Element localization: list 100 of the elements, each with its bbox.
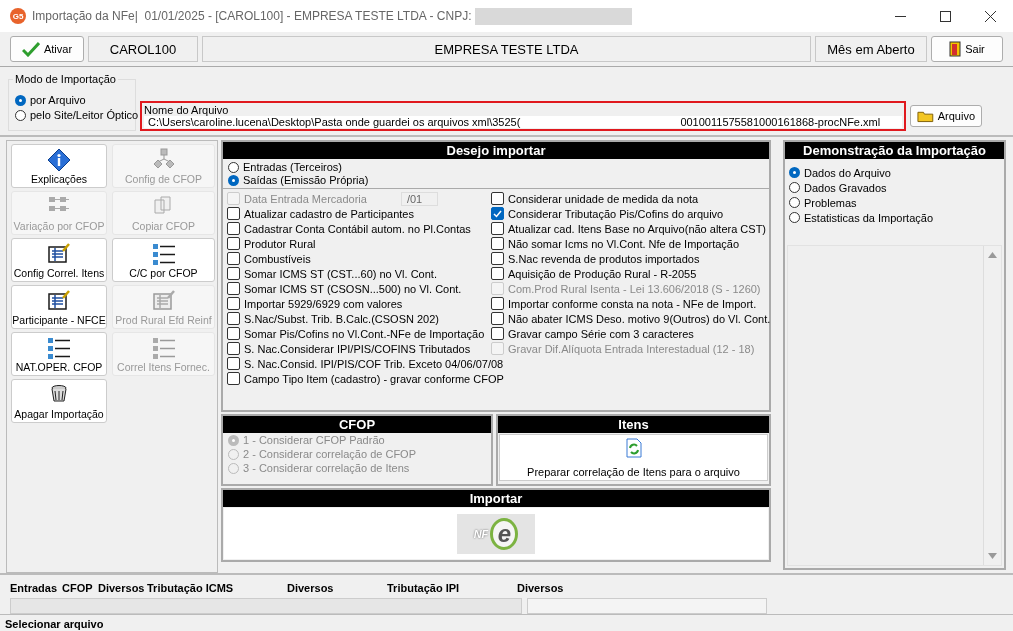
- radio-button[interactable]: [789, 197, 800, 208]
- checkbox[interactable]: [227, 297, 240, 310]
- checkbox-label: Campo Tipo Item (cadastro) - gravar conforme CFOP: [244, 372, 504, 385]
- column-header: Diversos: [287, 581, 335, 596]
- grid-icon: [47, 195, 71, 213]
- list-icon: [151, 242, 176, 266]
- section-header: CFOP: [223, 416, 491, 433]
- path-text: C:\Users\caroline.lucena\Desktop\Pasta onde guardei os arquivos xml\3525(: [148, 116, 521, 128]
- user-field: CAROL100: [88, 36, 198, 62]
- prepare-button[interactable]: Preparar correlação de Itens para o arquivo: [499, 434, 768, 481]
- close-icon[interactable]: [985, 10, 996, 22]
- radio-button[interactable]: [228, 174, 239, 186]
- radio-button[interactable]: [789, 212, 800, 223]
- checkbox[interactable]: [491, 192, 504, 205]
- checkbox[interactable]: [491, 207, 504, 220]
- checkbox[interactable]: [491, 237, 504, 250]
- checkbox[interactable]: [491, 222, 504, 235]
- radio-label: 3 - Considerar correlação de Itens: [243, 462, 410, 474]
- checkbox[interactable]: [491, 312, 504, 325]
- checkbox-label: Não abater ICMS Deso. motivo 9(Outros) do Vl. Cont.: [508, 312, 771, 325]
- section-header: Demonstração da Importação: [785, 142, 1004, 159]
- radio-label: Dados do Arquivo: [804, 166, 891, 179]
- side-button[interactable]: Participante - NFCE: [11, 285, 107, 329]
- radio-label: Dados Gravados: [804, 181, 887, 194]
- column-header: Tributação IPI: [387, 581, 461, 596]
- checkbox[interactable]: [227, 267, 240, 280]
- window-title: Importação da NFe| 01/01/2025 - [CAROL100] - EMPRESA TESTE LTDA - CNPJ:: [32, 9, 473, 23]
- radio-label: Entradas (Terceiros): [243, 161, 343, 173]
- checkbox[interactable]: [227, 207, 240, 220]
- checkbox-label: Atualizar cad. Itens Base no Arquivo(não altera CST): [508, 222, 767, 235]
- checkbox-label: Combustíveis: [244, 252, 311, 265]
- checkbox-label: Importar conforme consta na nota - NFe de Import.: [508, 297, 757, 310]
- radio-label: Problemas: [804, 196, 857, 209]
- checkbox-label: Gravar Dif.Alíquota Entrada Interestadual (12 - 18): [508, 342, 755, 355]
- checkmark-icon: [21, 41, 40, 57]
- checkbox-label: S. Nac.Consid. IPI/PIS/COF Trib. Exceto 04/06/07/08: [244, 357, 504, 370]
- column-header: Tributação ICMS: [147, 581, 235, 596]
- radio-label: 2 - Considerar correlação de CFOP: [243, 448, 416, 460]
- side-button[interactable]: Config Correl. Itens: [11, 238, 107, 282]
- radio-button[interactable]: [228, 161, 239, 173]
- trash-icon: [49, 383, 69, 403]
- radio-label: pelo Site/Leitor Óptico: [30, 109, 139, 121]
- checkbox-label: Produtor Rural: [244, 237, 316, 250]
- door-icon: [949, 41, 962, 57]
- radio-button[interactable]: [15, 94, 26, 106]
- checkbox[interactable]: [227, 282, 240, 295]
- group-title: Modo de Importação: [13, 73, 118, 85]
- maximize-icon[interactable]: [940, 10, 951, 22]
- company-field: EMPRESA TESTE LTDA: [202, 36, 811, 62]
- radio-button[interactable]: [789, 182, 800, 193]
- section-header: Desejo importar: [223, 142, 769, 159]
- form-icon: [47, 289, 71, 311]
- file-button[interactable]: Arquivo: [910, 105, 982, 127]
- checkbox[interactable]: [491, 327, 504, 340]
- checkbox-label: S.Nac revenda de produtos importados: [508, 252, 700, 265]
- section-header: Itens: [498, 416, 769, 433]
- checkbox[interactable]: [491, 297, 504, 310]
- checkbox[interactable]: [227, 237, 240, 250]
- column-header: Diversos: [98, 581, 146, 596]
- radio-label: Estatisticas da Importação: [804, 211, 933, 224]
- radio-label: por Arquivo: [30, 94, 86, 106]
- section-header: Importar: [223, 490, 769, 507]
- radio-label: Saídas (Emissão Própria): [243, 174, 369, 186]
- activate-button[interactable]: Ativar: [10, 36, 84, 62]
- checkbox[interactable]: [491, 252, 504, 265]
- checkbox-label: Considerar unidade de medida da nota: [508, 192, 699, 205]
- info-icon: [47, 148, 71, 172]
- app-logo: G5: [10, 8, 26, 24]
- checkbox-label: Considerar Tributação Pis/Cofins do arquivo: [508, 207, 724, 220]
- checkbox[interactable]: [227, 252, 240, 265]
- field-label: Nome do Arquivo: [144, 104, 230, 116]
- checkbox-label: S. Nac.Considerar IPI/PIS/COFINS Tributados: [244, 342, 471, 355]
- column-header: CFOP: [62, 581, 94, 596]
- checkbox[interactable]: [227, 342, 240, 355]
- list-icon: [47, 336, 71, 360]
- status-text: Selecionar arquivo: [4, 617, 105, 631]
- file-name-field[interactable]: Nome do Arquivo C:\Users\caroline.lucena\Desktop\Pasta onde guardei os arquivos xml\3525( 0010011575581000161868-procNFe.xml: [140, 101, 906, 131]
- side-button[interactable]: Explicações: [11, 144, 107, 188]
- list-icon: [151, 336, 176, 360]
- checkbox-label: Somar ICMS ST (CSOSN...500) no Vl. Cont.: [244, 282, 462, 295]
- radio-button[interactable]: [15, 109, 26, 121]
- import-logo-button[interactable]: NF e: [457, 513, 535, 554]
- checkbox[interactable]: [227, 327, 240, 340]
- checkbox[interactable]: [227, 222, 240, 235]
- checkbox-label: Somar ICMS ST (CST...60) no Vl. Cont.: [244, 267, 437, 280]
- checkbox-label: Data Entrada Mercadoria: [244, 192, 367, 205]
- checkbox[interactable]: [491, 267, 504, 280]
- side-button[interactable]: C/C por CFOP: [112, 238, 215, 282]
- side-button[interactable]: NAT.OPER. CFOP: [11, 332, 107, 376]
- side-button[interactable]: Apagar Importação: [11, 379, 107, 423]
- radio-button[interactable]: [789, 167, 800, 178]
- checkbox[interactable]: [227, 312, 240, 325]
- checkbox-label: Com.Prod Rural Isenta - Lei 13.606/2018 (S - 1260): [508, 282, 761, 295]
- checkbox-label: Não somar Icms no Vl.Cont. Nfe de Importação: [508, 237, 740, 250]
- exit-button[interactable]: Sair: [931, 36, 1003, 62]
- form-icon: [47, 242, 71, 264]
- checkbox[interactable]: [227, 372, 240, 385]
- checkbox-label: S.Nac/Subst. Trib. B.Calc.(CSOSN 202): [244, 312, 439, 325]
- checkbox[interactable]: [227, 357, 240, 370]
- checkbox-label: Aquisição de Produção Rural - R-2055: [508, 267, 697, 280]
